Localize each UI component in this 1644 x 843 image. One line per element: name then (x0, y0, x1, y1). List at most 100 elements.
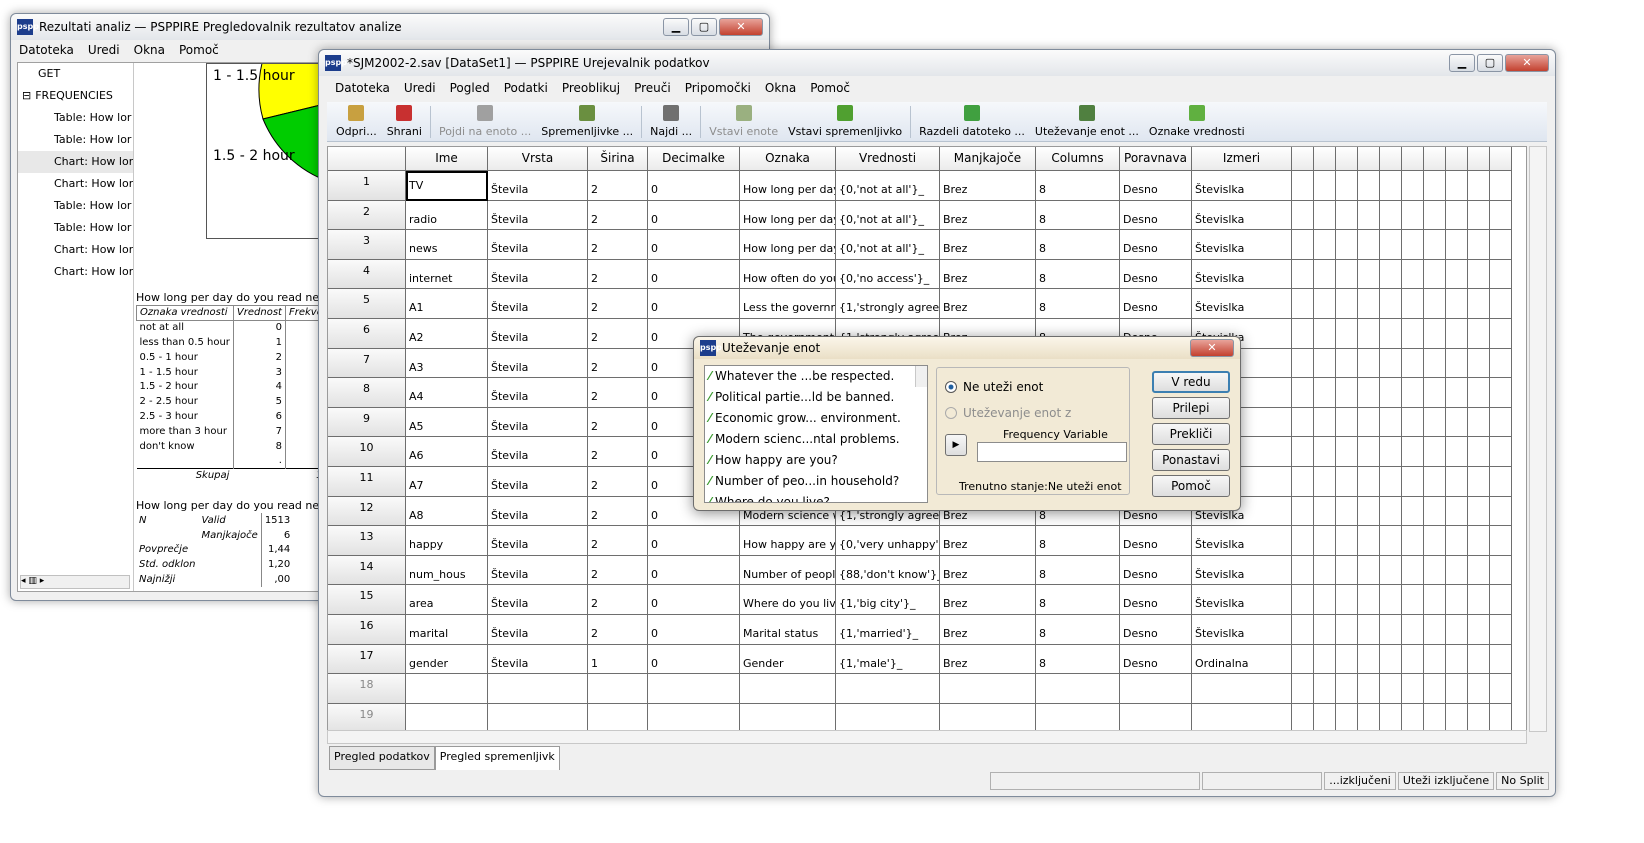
grid-cell[interactable] (588, 703, 648, 731)
grid-cell[interactable]: Števila (488, 289, 588, 319)
grid-cell[interactable]: Števislka (1192, 555, 1292, 586)
row-header[interactable]: 8 (328, 378, 406, 408)
tree-item[interactable]: Table: How lor (18, 195, 133, 217)
minimize-icon[interactable]: ▁ (663, 18, 689, 36)
variable-list-scrollbar[interactable] (915, 366, 927, 387)
grid-cell[interactable]: 1 (588, 644, 648, 675)
grid-cell[interactable] (1036, 674, 1120, 704)
grid-cell[interactable]: 0 (648, 171, 740, 201)
menu-okna[interactable]: Okna (765, 81, 796, 95)
grid-cell[interactable]: 2 (588, 259, 648, 290)
grid-cell[interactable]: {1,'strongly agree'}_ (836, 289, 940, 319)
grid-cell[interactable]: 2 (588, 555, 648, 586)
grid-cell[interactable]: news (406, 230, 488, 260)
close-icon[interactable]: ✕ (1190, 339, 1234, 357)
grid-cell[interactable]: 2 (588, 614, 648, 645)
grid-cell[interactable] (740, 703, 836, 731)
row-header[interactable]: 15 (328, 585, 406, 615)
grid-cell[interactable]: {1,'married'}_ (836, 614, 940, 645)
column-header-poravnava[interactable]: Poravnava (1120, 147, 1192, 171)
column-header-vrednosti[interactable]: Vrednosti (836, 147, 940, 171)
grid-cell[interactable]: Števila (488, 407, 588, 438)
grid-cell[interactable] (940, 703, 1036, 731)
grid-cell[interactable]: 2 (588, 289, 648, 319)
radio-weight-by[interactable]: Uteževanje enot z (945, 406, 1071, 420)
grid-cell[interactable]: {0,'no access'}_ (836, 259, 940, 290)
grid-cell[interactable]: 2 (588, 585, 648, 615)
toolbar-split-file-button[interactable]: Razdeli datoteko ... (914, 105, 1030, 138)
toolbar-weight-button[interactable]: Uteževanje enot ... (1030, 105, 1144, 138)
grid-cell[interactable]: How long per day (740, 200, 836, 231)
row-header[interactable]: 14 (328, 555, 406, 586)
grid-cell[interactable]: 8 (1036, 230, 1120, 260)
grid-cell[interactable]: radio (406, 200, 488, 231)
grid-cell[interactable]: A1 (406, 289, 488, 319)
tree-item[interactable]: Chart: How lor (18, 239, 133, 261)
editor-window-titlebar[interactable]: pspp *SJM2002-2.sav [DataSet1] — PSPPIRE… (319, 50, 1555, 76)
tree-item[interactable]: Table: How lor (18, 107, 133, 129)
grid-cell[interactable]: Števislka (1192, 230, 1292, 260)
tree-item[interactable]: Chart: How lor (18, 261, 133, 283)
grid-cell[interactable]: Desno (1120, 585, 1192, 615)
grid-cell[interactable]: 2 (588, 526, 648, 556)
row-header[interactable]: 13 (328, 526, 406, 556)
grid-cell[interactable]: 8 (1036, 171, 1120, 201)
column-header-širina[interactable]: Širina (588, 147, 648, 171)
grid-cell[interactable]: Less the governme (740, 289, 836, 319)
grid-cell[interactable]: 0 (648, 644, 740, 675)
column-header-oznaka[interactable]: Oznaka (740, 147, 836, 171)
grid-cell[interactable]: Desno (1120, 230, 1192, 260)
tab-variable-view[interactable]: Pregled spremenljivk (434, 746, 560, 770)
grid-cell[interactable]: Desno (1120, 555, 1192, 586)
grid-cell[interactable]: 8 (1036, 644, 1120, 675)
grid-cell[interactable] (488, 674, 588, 704)
grid-cell[interactable]: Brez (940, 259, 1036, 290)
grid-cell[interactable]: Števislka (1192, 614, 1292, 645)
grid-cell[interactable]: 0 (648, 289, 740, 319)
grid-cell[interactable]: Števila (488, 200, 588, 231)
grid-cell[interactable] (406, 703, 488, 731)
grid-cell[interactable]: Brez (940, 230, 1036, 260)
grid-cell[interactable] (1192, 674, 1292, 704)
minimize-icon[interactable]: ▁ (1449, 54, 1475, 72)
toolbar-insert-variable-button[interactable]: Vstavi spremenljivko (783, 105, 907, 138)
grid-cell[interactable]: Desno (1120, 259, 1192, 290)
grid-cell[interactable]: {0,'not at all'}_ (836, 171, 940, 201)
grid-cell[interactable]: Desno (1120, 644, 1192, 675)
grid-cell[interactable]: gender (406, 644, 488, 675)
row-header[interactable]: 1 (328, 171, 406, 201)
grid-cell[interactable]: {1,'male'}_ (836, 644, 940, 675)
grid-cell[interactable]: Števislka (1192, 171, 1292, 201)
grid-cell[interactable]: 2 (588, 407, 648, 438)
toolbar-folder-button[interactable]: Odpri... (331, 105, 382, 138)
grid-cell[interactable]: Števila (488, 171, 588, 201)
column-header-columns[interactable]: Columns (1036, 147, 1120, 171)
tree-item[interactable]: Chart: How lor (18, 173, 133, 195)
grid-cell[interactable] (740, 674, 836, 704)
row-header[interactable]: 2 (328, 200, 406, 231)
tree-item[interactable]: Table: How lor (18, 129, 133, 151)
grid-cell[interactable]: Number of people (740, 555, 836, 586)
toolbar-variables-button[interactable]: Spremenljivke ... (536, 105, 638, 138)
grid-cell[interactable]: Števila (488, 378, 588, 408)
grid-cell[interactable]: Števila (488, 259, 588, 290)
grid-cell[interactable]: Brez (940, 644, 1036, 675)
grid-cell[interactable]: marital (406, 614, 488, 645)
grid-cell[interactable]: Števila (488, 318, 588, 349)
grid-cell[interactable]: Where do you live? (740, 585, 836, 615)
grid-cell[interactable]: A4 (406, 378, 488, 408)
menu-pogled[interactable]: Pogled (450, 81, 490, 95)
grid-cell[interactable]: Brez (940, 555, 1036, 586)
menu-okna[interactable]: Okna (134, 43, 165, 57)
toolbar-goto-button[interactable]: Pojdi na enoto ... (434, 105, 536, 138)
grid-cell[interactable]: Brez (940, 171, 1036, 201)
menu-pomoč[interactable]: Pomoč (810, 81, 850, 95)
collapse-toggle-icon[interactable]: ⊟ (22, 89, 31, 102)
grid-cell[interactable]: 8 (1036, 526, 1120, 556)
toolbar-save-button[interactable]: Shrani (382, 105, 427, 138)
grid-cell[interactable]: Števislka (1192, 526, 1292, 556)
maximize-icon[interactable]: ▢ (691, 18, 717, 36)
grid-cell[interactable] (1120, 703, 1192, 731)
grid-cell[interactable]: Števila (488, 585, 588, 615)
grid-cell[interactable]: internet (406, 259, 488, 290)
